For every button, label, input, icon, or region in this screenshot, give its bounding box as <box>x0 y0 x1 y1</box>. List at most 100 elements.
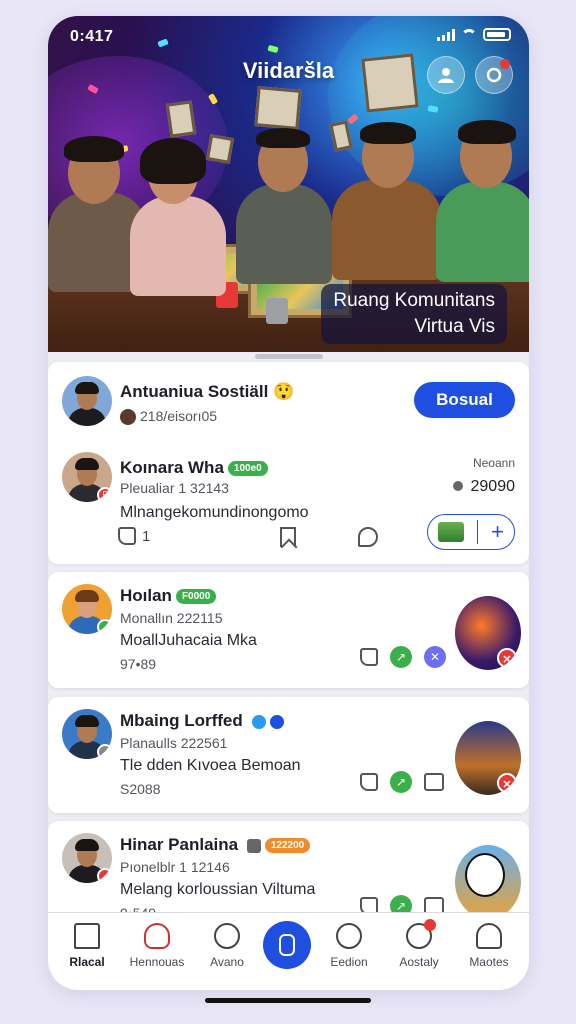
nav-label: Avano <box>210 955 244 969</box>
status-badge: 122200 <box>264 838 311 854</box>
hero-caption: Ruang Komunitans Virtua Vis <box>321 284 507 344</box>
post-meta: Pleualiar 1 32143 <box>120 480 229 496</box>
share-icon[interactable]: ✕ <box>424 646 446 668</box>
phone-frame: 0:417 Viidaršla Ruang Komunitans Virtua … <box>48 16 529 990</box>
nav-item-community[interactable]: Hennouas <box>122 923 192 969</box>
confetti <box>267 44 279 54</box>
post-label: Neoann <box>472 456 515 470</box>
nav-label: Aostaly <box>399 955 439 969</box>
nav-label: Rlacal <box>69 955 105 969</box>
hero-banner: 0:417 Viidaršla Ruang Komunitans Virtua … <box>48 16 529 352</box>
globe-icon <box>406 919 436 949</box>
notifications-button[interactable] <box>475 56 513 94</box>
avatar[interactable] <box>62 376 112 426</box>
post-author[interactable]: Hoılan F0000 <box>120 586 217 606</box>
post-actions: ↗ <box>360 771 444 793</box>
post-card: Hoılan F0000 Monallın 222115 MoallJuhacai… <box>48 572 529 688</box>
photo-frame <box>165 100 197 138</box>
notification-dot <box>424 919 436 931</box>
post-meta: Monallın 222115 <box>120 610 223 626</box>
plus-icon: + <box>491 519 504 544</box>
nav-item-events[interactable]: Eedion <box>314 923 384 969</box>
nav-item-activity[interactable]: Aostaly <box>384 919 454 969</box>
bottom-nav: Rlacal Hennouas Avano Eedion Aostaly Mao… <box>48 912 529 990</box>
hero-caption-subtitle: Virtua Vis <box>414 316 495 337</box>
post-card: Antuaniua Sostiäll 😲 218/eisorı05 Bosual… <box>48 362 529 564</box>
like-button[interactable]: 1 <box>118 527 150 545</box>
tray-icon[interactable] <box>424 773 444 791</box>
profile-button[interactable] <box>427 56 465 94</box>
hero-caption-title: Ruang Komunitans <box>333 290 495 311</box>
grey-cup <box>266 298 288 324</box>
nav-label: Hennouas <box>129 955 185 969</box>
thumbs-up-icon[interactable] <box>360 773 378 791</box>
post-card: Mbaing Lorffed Planaulls 222561 Tle dden… <box>48 697 529 813</box>
home-indicator[interactable] <box>205 998 371 1003</box>
thumbs-up-icon <box>118 527 136 545</box>
badge-icon <box>97 619 112 634</box>
media-icon <box>246 838 261 853</box>
mini-avatar <box>120 409 136 426</box>
search-icon <box>214 923 240 949</box>
wifi-icon <box>461 28 477 41</box>
home-icon <box>74 923 100 949</box>
nav-label: Eedion <box>330 955 368 969</box>
badge-icon <box>97 744 112 759</box>
post-count: S2088 <box>120 781 161 797</box>
post-meta: Planaulls 222561 <box>120 735 228 751</box>
post-text: MoallJuhacaia Mka <box>120 632 257 649</box>
confetti <box>157 38 169 48</box>
post-meta: Pıonelblr 1 12146 <box>120 859 230 875</box>
image-icon <box>438 522 464 542</box>
avatar[interactable] <box>62 584 112 634</box>
avatar[interactable]: P <box>62 452 112 502</box>
people-icon <box>144 923 170 949</box>
battery-icon <box>483 28 511 41</box>
user-icon <box>438 68 454 83</box>
point-count: 29090 <box>452 478 515 496</box>
divider <box>477 520 479 544</box>
badge-icon <box>97 868 112 883</box>
comment-button[interactable] <box>358 527 378 547</box>
avatar[interactable] <box>62 833 112 883</box>
like-count: 1 <box>142 527 151 545</box>
thumbs-up-icon[interactable] <box>360 648 378 666</box>
add-reaction-button[interactable]: + <box>427 514 515 550</box>
status-badge: F0000 <box>175 589 217 605</box>
cartoon-face <box>465 853 505 897</box>
create-button[interactable] <box>263 921 311 969</box>
profile-icon <box>476 923 502 949</box>
close-icon[interactable]: ✕ <box>497 648 517 668</box>
sheet-handle[interactable] <box>255 354 323 359</box>
nav-item-search[interactable]: Avano <box>192 923 262 969</box>
post-card: Hinar Panlaina 122200 Pıonelblr 1 12146 … <box>48 821 529 921</box>
device-icon <box>279 934 295 956</box>
verified-icon <box>251 714 266 729</box>
avatar[interactable] <box>62 709 112 759</box>
close-icon[interactable]: ✕ <box>497 773 517 793</box>
post-count: 97•89 <box>120 656 157 672</box>
post-thumbnail[interactable]: ✕ <box>455 721 521 795</box>
notification-dot <box>500 59 510 69</box>
chat-icon <box>358 527 378 547</box>
post-author[interactable]: Mbaing Lorffed <box>120 711 285 731</box>
trend-icon[interactable]: ↗ <box>390 771 412 793</box>
join-button[interactable]: Bosual <box>414 382 515 418</box>
post-actions: ↗ ✕ <box>360 646 446 668</box>
post-author[interactable]: Antuaniua Sostiäll 😲 <box>120 382 294 402</box>
star-icon <box>270 714 285 729</box>
nav-item-profile[interactable]: Maotes <box>454 923 524 969</box>
badge-icon: P <box>97 487 112 502</box>
nav-item-home[interactable]: Rlacal <box>52 923 122 969</box>
post-author[interactable]: Hinar Panlaina 122200 <box>120 835 311 855</box>
photo-frame <box>205 134 235 164</box>
trend-icon[interactable]: ↗ <box>390 646 412 668</box>
post-author[interactable]: Koınara Wha 100e0 <box>120 458 268 478</box>
refresh-icon <box>486 67 502 83</box>
nav-label: Maotes <box>469 955 509 969</box>
emoji: 😲 <box>273 382 295 401</box>
post-thumbnail[interactable] <box>455 845 521 919</box>
post-thumbnail[interactable]: ✕ <box>455 596 521 670</box>
save-button[interactable] <box>280 527 296 547</box>
post-meta: 218/eisorı05 <box>120 408 217 426</box>
